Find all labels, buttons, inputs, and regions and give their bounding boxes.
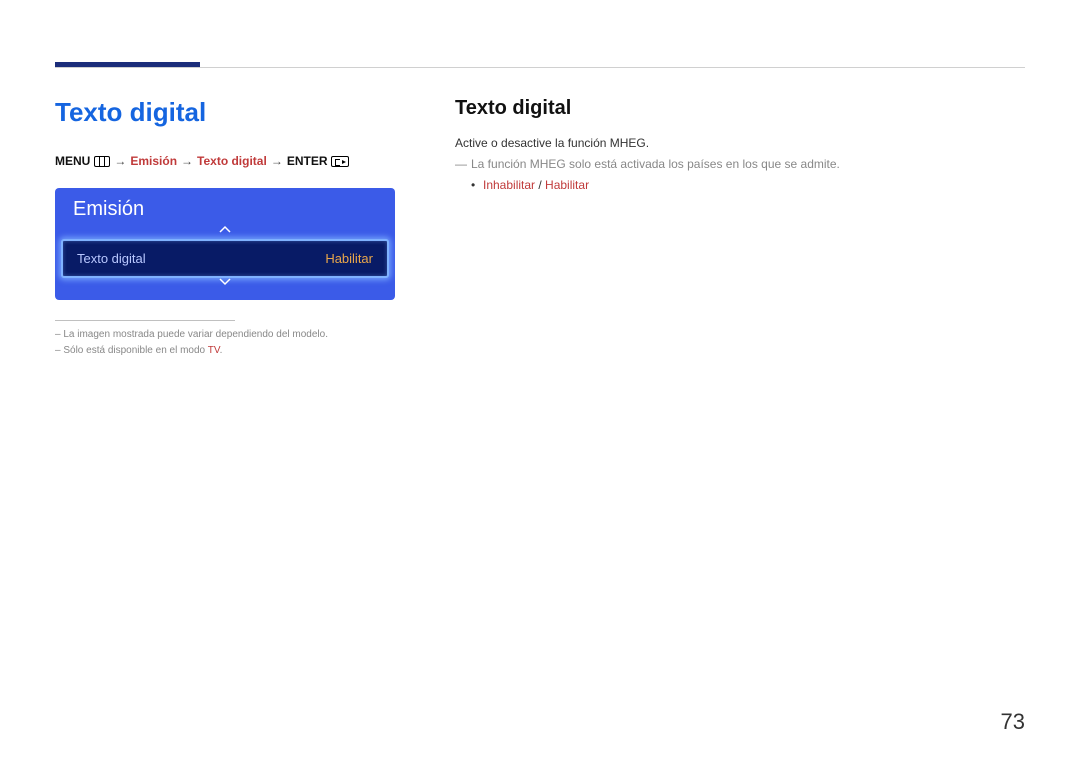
header-rule [55, 67, 1025, 68]
breadcrumb-menu: MENU [55, 154, 90, 168]
left-column: Texto digital MENU → Emisión → Texto dig… [55, 97, 395, 359]
osd-down-arrow[interactable] [55, 278, 395, 292]
option-separator: / [535, 178, 545, 192]
osd-item-texto-digital[interactable]: Texto digital Habilitar [61, 239, 389, 278]
breadcrumb-enter: ENTER [287, 154, 328, 168]
right-column: Texto digital Active o desactive la func… [455, 97, 1025, 359]
arrow-icon: → [114, 154, 126, 168]
chevron-up-icon [219, 225, 231, 233]
osd-title: Emisión [55, 188, 395, 225]
enter-icon [331, 156, 349, 167]
breadcrumb: MENU → Emisión → Texto digital → ENTER [55, 154, 395, 168]
page-content: Texto digital MENU → Emisión → Texto dig… [55, 97, 1025, 359]
osd-up-arrow[interactable] [55, 225, 395, 239]
footnote-rule [55, 320, 235, 321]
page-number: 73 [1001, 709, 1025, 735]
footnote-1: – La imagen mostrada puede variar depend… [55, 327, 395, 343]
osd-item-label: Texto digital [77, 251, 146, 266]
option-inhabilitar: Inhabilitar [483, 178, 535, 192]
right-body: Active o desactive la función MHEG. La f… [455, 134, 1025, 196]
osd-item-value: Habilitar [325, 251, 373, 266]
section-title: Texto digital [55, 97, 395, 128]
options-line: Inhabilitar / Habilitar [455, 176, 1025, 195]
body-description: Active o desactive la función MHEG. [455, 134, 1025, 153]
footnote-tv: TV [208, 345, 220, 356]
option-habilitar: Habilitar [545, 178, 589, 192]
arrow-icon: → [181, 154, 193, 168]
breadcrumb-texto-digital: Texto digital [197, 154, 267, 168]
footnote-2: – Sólo está disponible en el modo TV. [55, 343, 395, 359]
chevron-down-icon [219, 278, 231, 286]
footnote-text: . [220, 345, 223, 356]
menu-icon [94, 156, 110, 167]
right-title: Texto digital [455, 97, 1025, 120]
arrow-icon: → [271, 154, 283, 168]
osd-panel: Emisión Texto digital Habilitar [55, 188, 395, 300]
footnote-text: La imagen mostrada puede variar dependie… [63, 329, 328, 340]
footnote-text: Sólo está disponible en el modo [63, 345, 207, 356]
breadcrumb-emision: Emisión [130, 154, 177, 168]
note-line: La función MHEG solo está activada los p… [455, 155, 1025, 174]
